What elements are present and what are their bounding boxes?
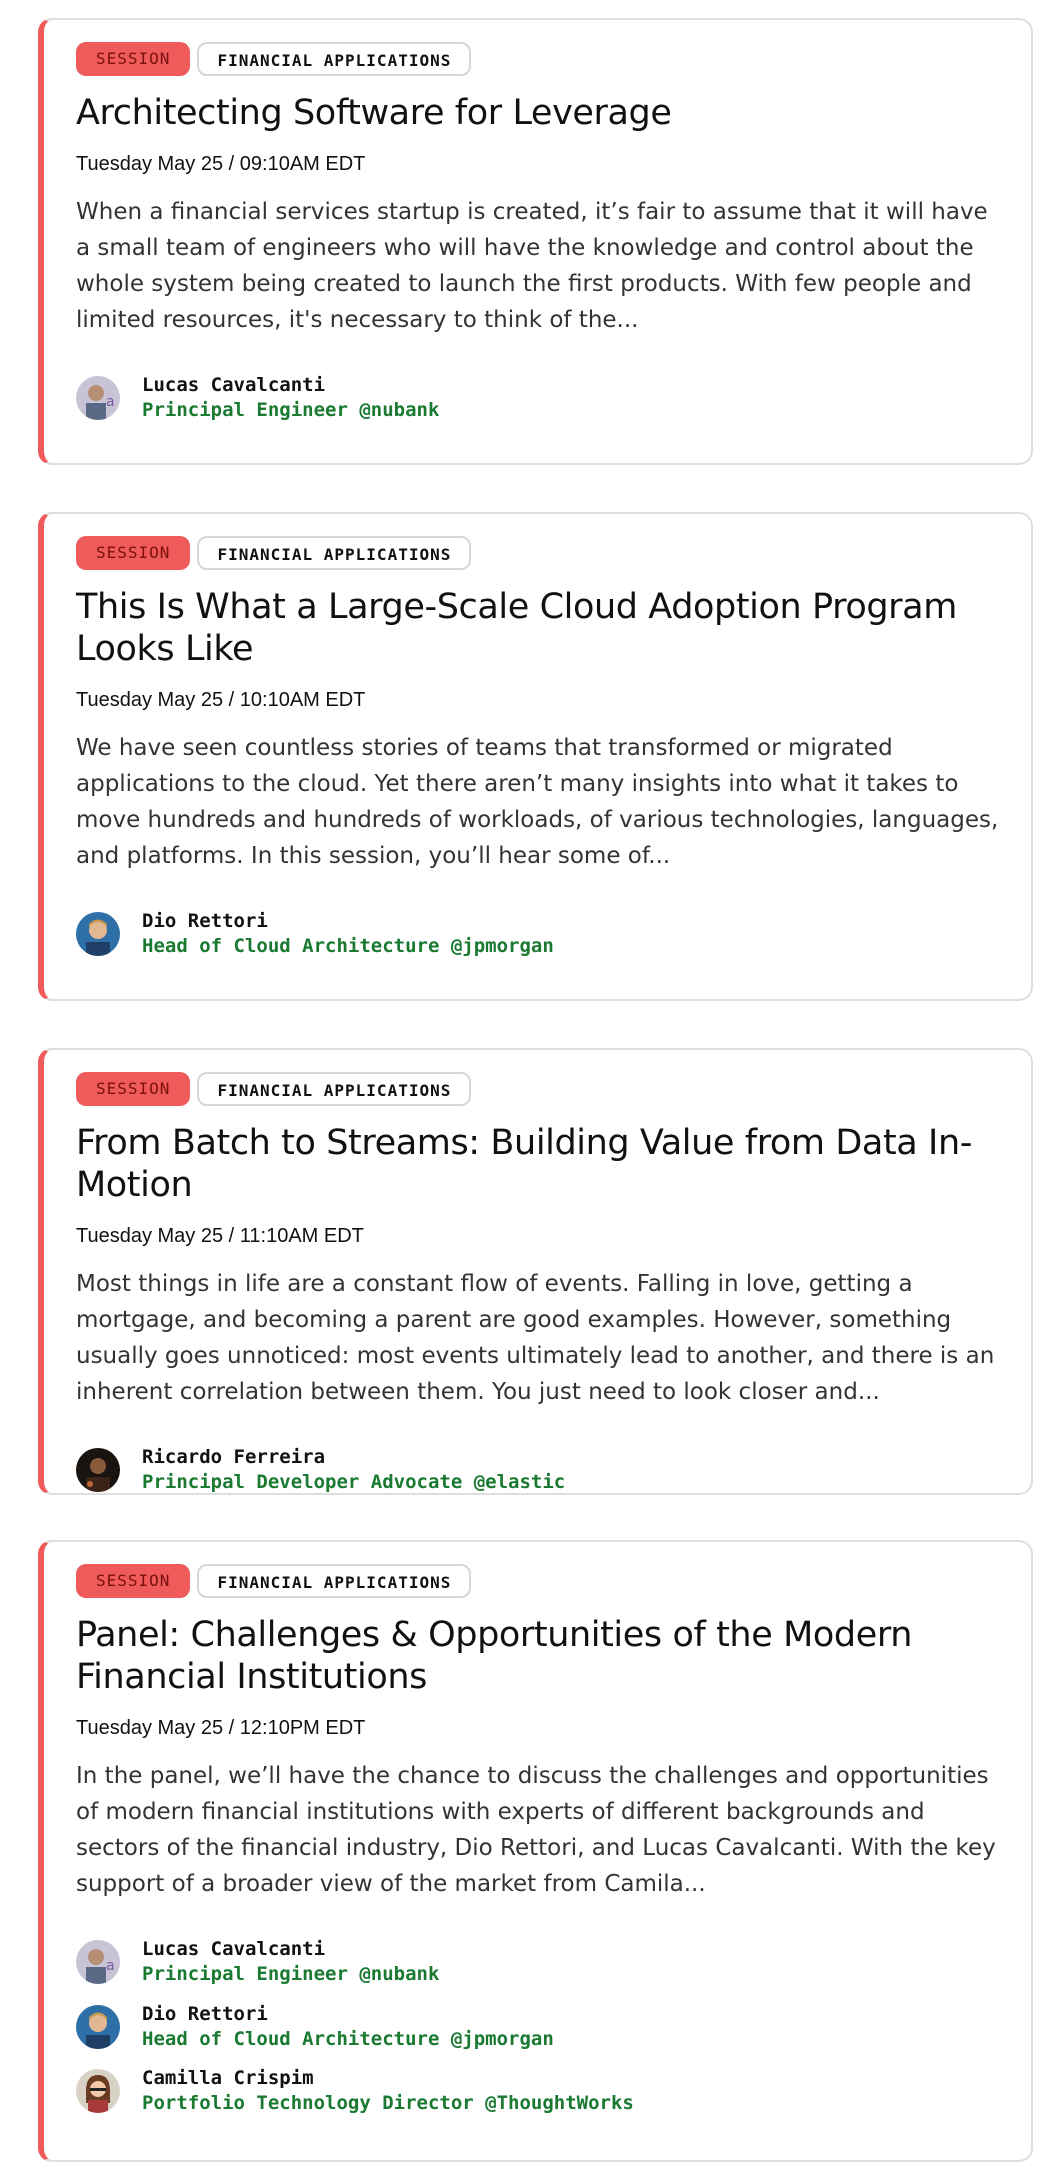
session-description: When a financial services startup is cre… (76, 199, 988, 333)
session-badge: SESSION (76, 1072, 191, 1106)
avatar (76, 1448, 120, 1492)
session-description: We have seen countless stories of teams … (76, 735, 999, 869)
speaker-role: Head of Cloud Architecture @jpmorgan (142, 2028, 554, 2050)
avatar (76, 2005, 120, 2049)
avatar: a (76, 1940, 120, 1984)
speaker-role: Principal Developer Advocate @elastic (142, 1471, 566, 1493)
session-card[interactable]: SESSION FINANCIAL APPLICATIONS From Batc… (38, 1048, 1033, 1495)
speaker-list: a Lucas Cavalcanti Principal Engineer @n… (76, 1937, 1001, 2114)
speaker-role: Head of Cloud Architecture @jpmorgan (142, 935, 554, 957)
speaker[interactable]: Camilla Crispim Portfolio Technology Dir… (76, 2066, 1001, 2114)
session-title[interactable]: From Batch to Streams: Building Value fr… (76, 1122, 1001, 1206)
session-description: Most things in life are a constant flow … (76, 1271, 995, 1405)
speaker[interactable]: a Lucas Cavalcanti Principal Engineer @n… (76, 1937, 1001, 1985)
session-title[interactable]: Architecting Software for Leverage (76, 92, 1001, 134)
session-datetime: Tuesday May 25 / 09:10AM EDT (76, 153, 366, 175)
tag-row: SESSION FINANCIAL APPLICATIONS (76, 536, 1001, 570)
tag-row: SESSION FINANCIAL APPLICATIONS (76, 42, 1001, 76)
session-datetime: Tuesday May 25 / 10:10AM EDT (76, 689, 366, 711)
track-badge[interactable]: FINANCIAL APPLICATIONS (197, 42, 472, 76)
avatar: a (76, 376, 120, 420)
speaker-role: Portfolio Technology Director @ThoughtWo… (142, 2092, 634, 2114)
session-badge: SESSION (76, 42, 191, 76)
speaker-list: Ricardo Ferreira Principal Developer Adv… (76, 1445, 1001, 1493)
speaker-role: Principal Engineer @nubank (142, 399, 440, 421)
speaker-role: Principal Engineer @nubank (142, 1963, 440, 1985)
speaker-name[interactable]: Lucas Cavalcanti (142, 1937, 439, 1962)
speaker-name[interactable]: Ricardo Ferreira (142, 1445, 565, 1470)
svg-text:a: a (106, 394, 115, 410)
session-badge: SESSION (76, 536, 191, 570)
session-description: In the panel, we’ll have the chance to d… (76, 1763, 996, 1897)
avatar (76, 912, 120, 956)
avatar (76, 2069, 120, 2113)
session-title[interactable]: This Is What a Large-Scale Cloud Adoptio… (76, 586, 1001, 670)
speaker-name[interactable]: Lucas Cavalcanti (142, 373, 439, 398)
speaker-name[interactable]: Dio Rettori (142, 2002, 554, 2027)
track-badge[interactable]: FINANCIAL APPLICATIONS (197, 1072, 472, 1106)
speaker[interactable]: Dio Rettori Head of Cloud Architecture @… (76, 2002, 1001, 2050)
session-datetime: Tuesday May 25 / 12:10PM EDT (76, 1717, 366, 1739)
session-badge: SESSION (76, 1564, 191, 1598)
track-badge[interactable]: FINANCIAL APPLICATIONS (197, 1564, 472, 1598)
speaker-list: Dio Rettori Head of Cloud Architecture @… (76, 909, 1001, 957)
session-title[interactable]: Panel: Challenges & Opportunities of the… (76, 1614, 1001, 1698)
speaker[interactable]: Ricardo Ferreira Principal Developer Adv… (76, 1445, 1001, 1493)
speaker-list: a Lucas Cavalcanti Principal Engineer @n… (76, 373, 1001, 421)
session-card[interactable]: SESSION FINANCIAL APPLICATIONS This Is W… (38, 512, 1033, 1001)
speaker[interactable]: Dio Rettori Head of Cloud Architecture @… (76, 909, 1001, 957)
speaker-name[interactable]: Dio Rettori (142, 909, 554, 934)
session-card[interactable]: SESSION FINANCIAL APPLICATIONS Panel: Ch… (38, 1540, 1033, 2162)
tag-row: SESSION FINANCIAL APPLICATIONS (76, 1072, 1001, 1106)
speaker-name[interactable]: Camilla Crispim (142, 2066, 634, 2091)
svg-text:a: a (106, 1958, 115, 1974)
session-card[interactable]: SESSION FINANCIAL APPLICATIONS Architect… (38, 18, 1033, 465)
track-badge[interactable]: FINANCIAL APPLICATIONS (197, 536, 472, 570)
session-datetime: Tuesday May 25 / 11:10AM EDT (76, 1225, 364, 1247)
tag-row: SESSION FINANCIAL APPLICATIONS (76, 1564, 1001, 1598)
speaker[interactable]: a Lucas Cavalcanti Principal Engineer @n… (76, 373, 1001, 421)
